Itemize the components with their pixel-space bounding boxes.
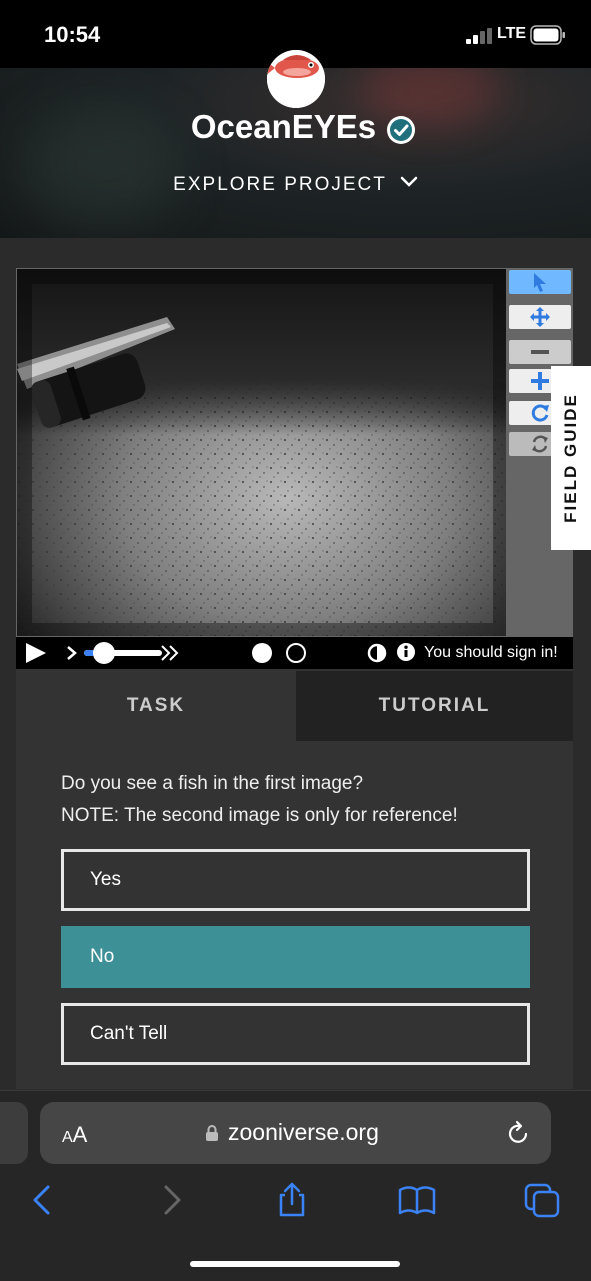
cellular-signal-icon [466, 28, 492, 44]
minus-icon [531, 350, 549, 354]
fast-forward-icon[interactable] [160, 644, 180, 662]
field-guide-label: FIELD GUIDE [561, 393, 581, 523]
speed-slider-thumb[interactable] [93, 642, 115, 664]
field-guide-tab[interactable]: FIELD GUIDE [551, 366, 591, 550]
back-icon[interactable] [24, 1182, 64, 1218]
cursor-arrow-icon [534, 273, 546, 292]
chevron-down-icon [400, 176, 418, 187]
network-type: LTE [497, 25, 527, 42]
refresh-icon [532, 435, 548, 453]
tabs-icon[interactable] [522, 1182, 562, 1218]
bookmarks-icon[interactable] [397, 1182, 437, 1218]
question-note: NOTE: The second image is only for refer… [61, 805, 458, 826]
answer-label: Can't Tell [90, 1023, 168, 1044]
lock-icon [206, 1125, 218, 1141]
step-forward-icon[interactable] [66, 645, 78, 661]
tab-tutorial[interactable]: TUTORIAL [296, 671, 573, 741]
move-tool-button[interactable] [509, 305, 571, 329]
info-icon[interactable] [396, 642, 416, 662]
text-size-large-a: A [72, 1122, 88, 1147]
project-avatar[interactable] [267, 50, 325, 108]
tab-task[interactable]: TASK [16, 671, 296, 741]
frame-1-dot[interactable] [252, 643, 272, 663]
share-icon[interactable] [272, 1182, 312, 1218]
rotate-icon [531, 404, 549, 422]
project-title-text: OceanEYEs [190, 108, 377, 145]
battery-icon [530, 25, 565, 45]
sign-in-notice[interactable]: You should sign in! [424, 644, 558, 662]
fish-logo-icon [267, 50, 325, 108]
task-question: Do you see a fish in the first image? NO… [61, 768, 561, 832]
answer-cant-tell-button[interactable]: Can't Tell [61, 1003, 530, 1065]
zoom-out-button[interactable] [509, 340, 571, 364]
explore-project-label: EXPLORE PROJECT [173, 174, 387, 195]
url-text[interactable]: zooniverse.org [228, 1119, 379, 1146]
project-title[interactable]: OceanEYEs [0, 108, 591, 146]
reload-icon[interactable] [507, 1120, 531, 1146]
text-size-small-a: A [62, 1129, 73, 1146]
status-time: 10:54 [44, 22, 101, 47]
plus-icon [531, 372, 549, 390]
explore-project-dropdown[interactable]: EXPLORE PROJECT [0, 174, 591, 196]
home-indicator [190, 1261, 400, 1267]
play-icon[interactable] [24, 642, 48, 664]
answer-yes-button[interactable]: Yes [61, 849, 530, 911]
question-line: Do you see a fish in the first image? [61, 773, 364, 794]
answer-label: Yes [90, 869, 121, 890]
subject-image[interactable] [16, 268, 507, 637]
previous-tab-preview[interactable] [0, 1102, 28, 1164]
text-size-button[interactable]: AA [62, 1122, 87, 1148]
verified-badge-icon [387, 116, 415, 144]
answer-label: No [90, 946, 115, 967]
seafloor-image [17, 269, 506, 636]
move-arrows-icon [530, 307, 550, 327]
forward-icon[interactable] [150, 1182, 190, 1218]
frame-2-dot[interactable] [286, 643, 306, 663]
annotate-tool-button[interactable] [509, 270, 571, 294]
contrast-icon[interactable] [367, 643, 387, 663]
answer-no-button[interactable]: No [61, 926, 530, 988]
